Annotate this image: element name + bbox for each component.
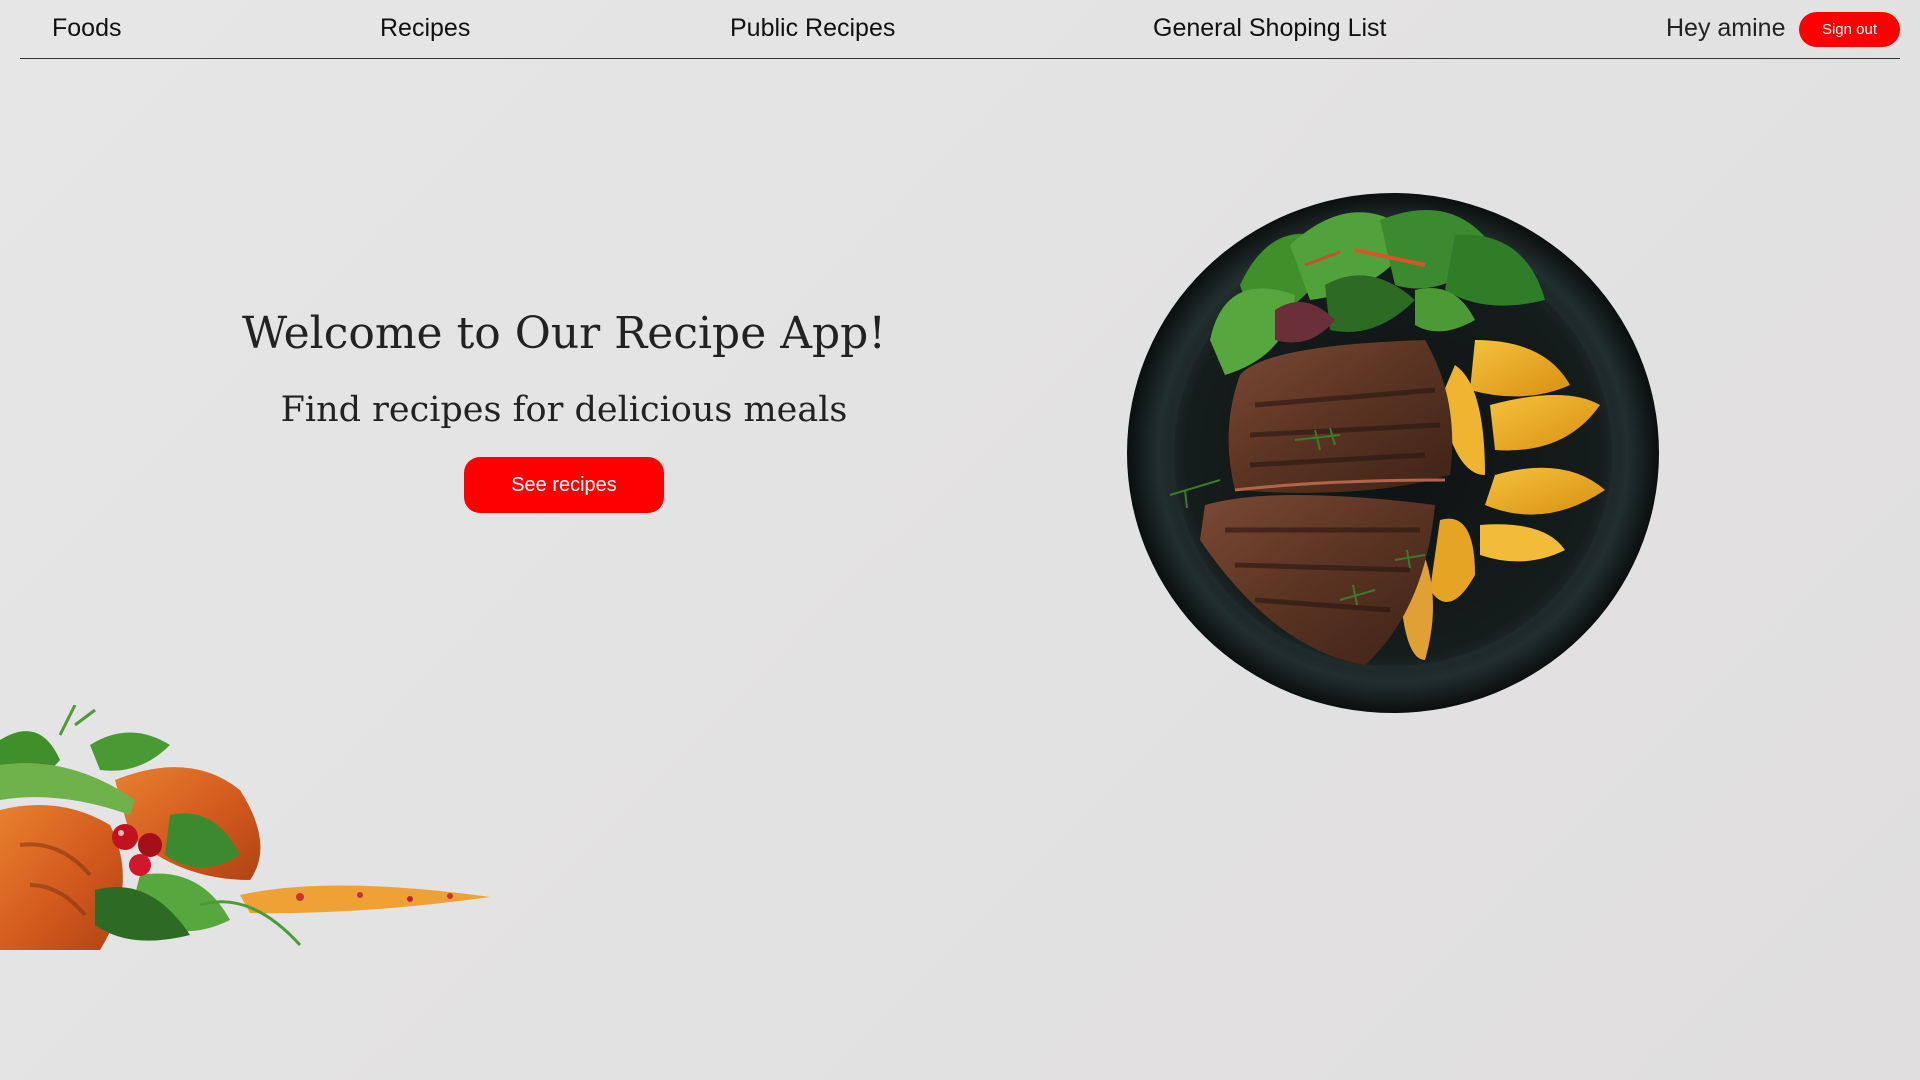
navbar: Foods Recipes Public Recipes General Sho…	[20, 0, 1900, 59]
sign-out-button[interactable]: Sign out	[1799, 12, 1900, 47]
user-greeting: Hey amine	[1666, 14, 1786, 42]
see-recipes-button[interactable]: See recipes	[464, 457, 664, 513]
nav-link-shopping-list[interactable]: General Shoping List	[1153, 14, 1386, 43]
nav-link-public-recipes[interactable]: Public Recipes	[730, 14, 895, 43]
hero-subtitle: Find recipes for delicious meals	[280, 390, 848, 430]
page: Foods Recipes Public Recipes General Sho…	[0, 0, 1920, 1080]
nav-link-recipes[interactable]: Recipes	[380, 14, 470, 43]
nav-link-foods[interactable]: Foods	[52, 14, 121, 43]
plate-food-image	[1127, 193, 1659, 713]
hero-title: Welcome to Our Recipe App!	[241, 308, 887, 359]
salmon-food-image	[0, 705, 490, 950]
